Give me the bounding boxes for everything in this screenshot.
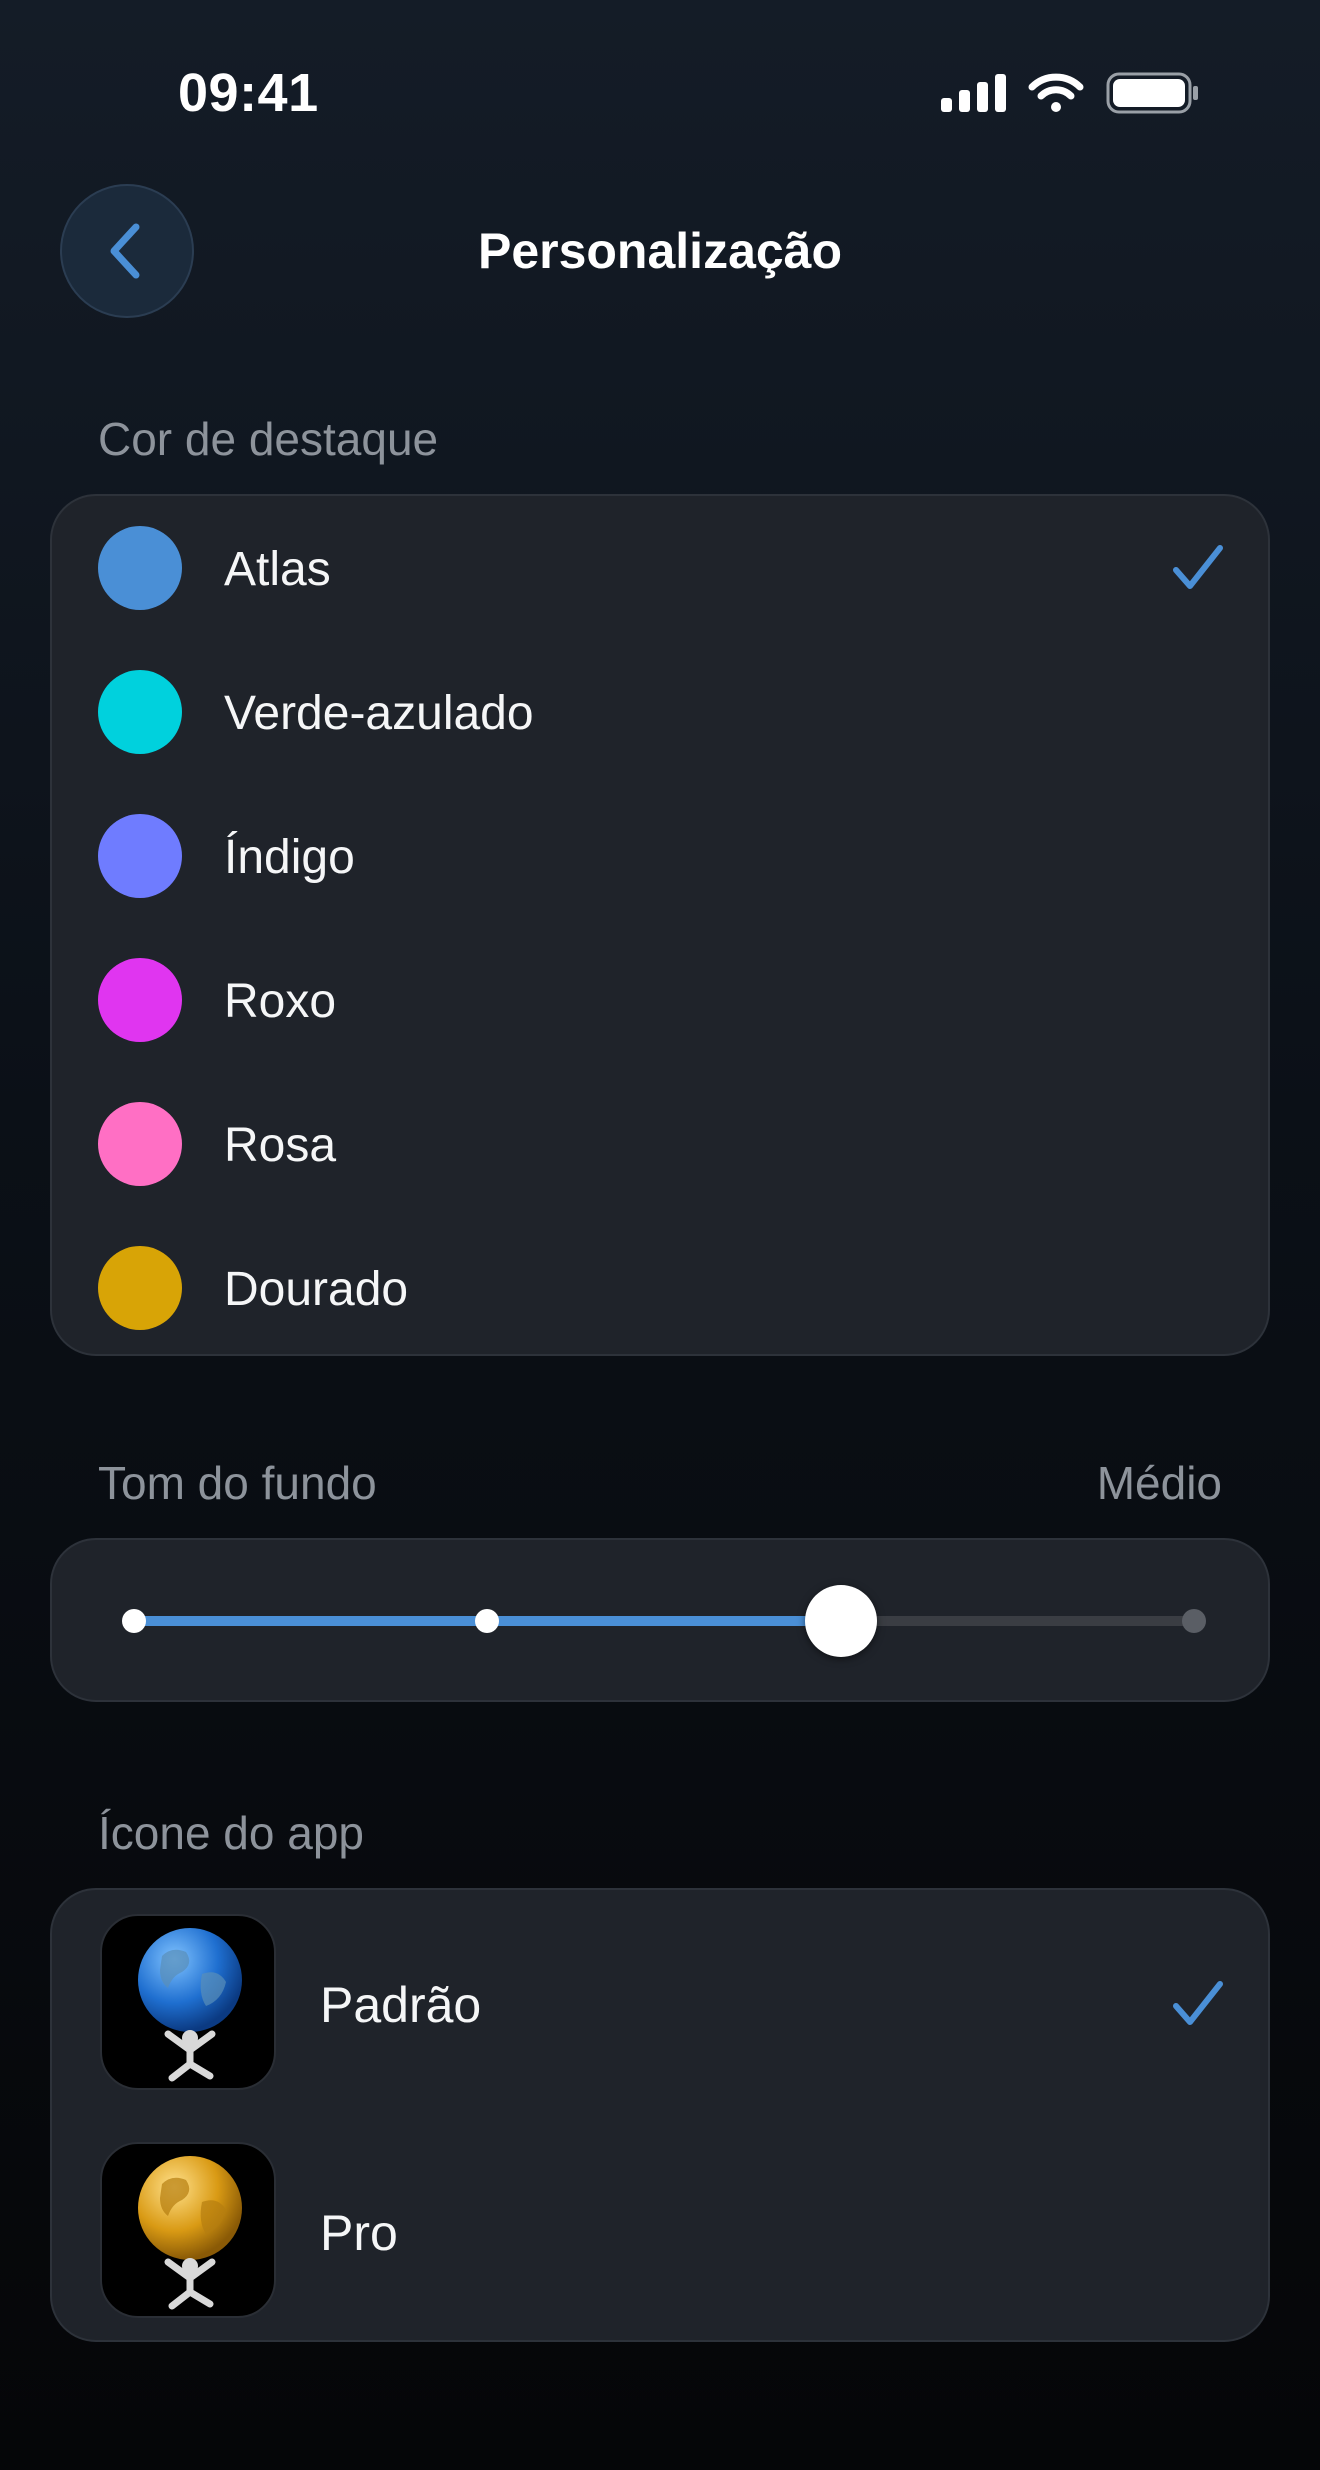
- color-option-rosa[interactable]: Rosa: [52, 1072, 1272, 1216]
- accent-color-list: Atlas Verde-azulado Índigo Roxo Rosa Dou…: [50, 494, 1270, 1356]
- checkmark-icon: [1173, 1981, 1223, 2025]
- background-section-label: Tom do fundo: [98, 1457, 377, 1509]
- color-option-indigo[interactable]: Índigo: [52, 784, 1272, 928]
- atlas-blue-globe-icon: [100, 1914, 276, 2090]
- color-label: Rosa: [224, 1119, 337, 1172]
- checkmark-icon: [1173, 545, 1223, 589]
- color-swatch-verde-azulado: [98, 670, 182, 754]
- icon-section-label: Ícone do app: [98, 1807, 365, 1859]
- app-icon-list: Padrão Pro: [50, 1888, 1270, 2342]
- color-swatch-rosa: [98, 1102, 182, 1186]
- color-label: Dourado: [224, 1263, 409, 1316]
- page-title: Personalização: [477, 223, 843, 279]
- color-label: Atlas: [224, 543, 331, 596]
- app-icon-label: Pro: [320, 2205, 398, 2261]
- app-icon-option-pro[interactable]: Pro: [52, 2118, 1272, 2346]
- slider-step-1[interactable]: [475, 1609, 500, 1633]
- status-bar: 09:41: [0, 0, 1320, 190]
- battery-icon: [1106, 72, 1198, 114]
- color-swatch-indigo: [98, 814, 182, 898]
- color-option-verde-azulado[interactable]: Verde-azulado: [52, 640, 1272, 784]
- background-tone-slider[interactable]: [50, 1538, 1270, 1702]
- wifi-icon: [1028, 73, 1084, 112]
- app-icon-label: Padrão: [320, 1977, 482, 2033]
- cellular-signal-icon: [941, 74, 1006, 112]
- status-icons: [941, 72, 1200, 114]
- atlas-gold-globe-icon: [100, 2142, 276, 2318]
- background-tone-value: Médio: [1096, 1457, 1222, 1509]
- color-swatch-roxo: [98, 958, 182, 1042]
- color-label: Roxo: [224, 975, 337, 1028]
- status-time: 09:41: [178, 63, 319, 123]
- color-swatch-dourado: [98, 1246, 182, 1330]
- color-option-roxo[interactable]: Roxo: [52, 928, 1272, 1072]
- slider-step-3[interactable]: [1182, 1609, 1206, 1633]
- slider-thumb[interactable]: [804, 1585, 877, 1657]
- app-icon-option-padrao[interactable]: Padrão: [52, 1890, 1272, 2118]
- color-option-atlas[interactable]: Atlas: [52, 496, 1272, 640]
- color-option-dourado[interactable]: Dourado: [52, 1216, 1272, 1360]
- color-swatch-atlas: [98, 526, 182, 610]
- slider-step-0[interactable]: [122, 1609, 146, 1633]
- color-label: Índigo: [224, 831, 355, 884]
- color-label: Verde-azulado: [224, 687, 534, 740]
- accent-section-label: Cor de destaque: [98, 413, 439, 465]
